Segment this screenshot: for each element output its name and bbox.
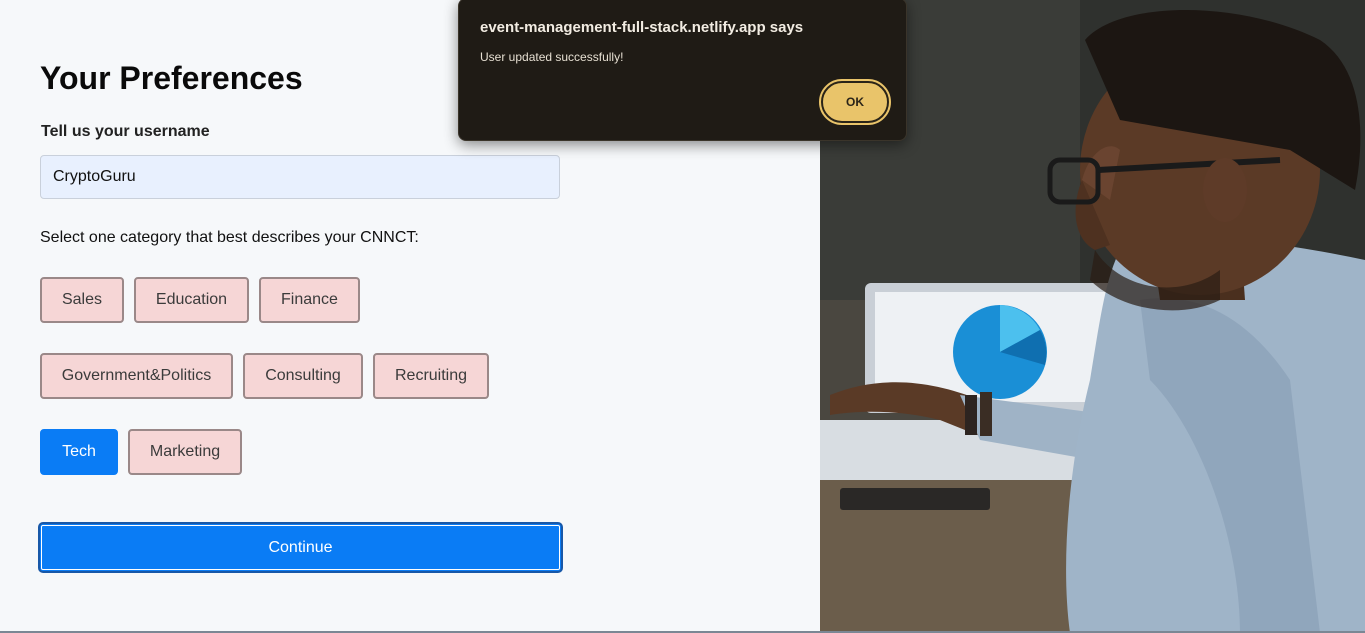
category-button-marketing[interactable]: Marketing xyxy=(128,429,242,475)
alert-ok-button[interactable]: OK xyxy=(819,79,891,125)
category-button-education[interactable]: Education xyxy=(134,277,249,323)
category-button-consulting[interactable]: Consulting xyxy=(243,353,363,399)
category-button-government-politics[interactable]: Government&Politics xyxy=(40,353,233,399)
alert-message: User updated successfully! xyxy=(480,50,624,64)
category-prompt: Select one category that best describes … xyxy=(40,229,419,246)
alert-title: event-management-full-stack.netlify.app … xyxy=(480,19,804,36)
page: Your Preferences Tell us your username S… xyxy=(0,0,1365,633)
username-input[interactable] xyxy=(40,155,560,199)
category-button-finance[interactable]: Finance xyxy=(259,277,360,323)
category-button-sales[interactable]: Sales xyxy=(40,277,124,323)
alert-dialog: event-management-full-stack.netlify.app … xyxy=(458,0,907,141)
category-button-recruiting[interactable]: Recruiting xyxy=(373,353,489,399)
category-button-tech[interactable]: Tech xyxy=(40,429,118,475)
continue-button[interactable]: Continue xyxy=(38,522,563,573)
page-title: Your Preferences xyxy=(40,60,303,96)
username-label: Tell us your username xyxy=(41,123,210,140)
